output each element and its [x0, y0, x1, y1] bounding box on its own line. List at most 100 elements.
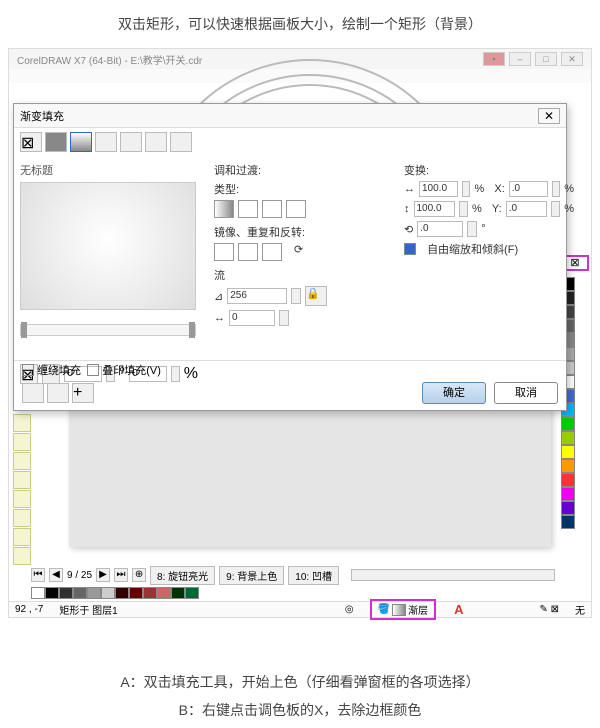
nav-last[interactable]: ⏭ [114, 568, 128, 582]
nav-prev[interactable]: ◀ [49, 568, 63, 582]
outline-none-label: 无 [575, 602, 585, 617]
tool-1[interactable] [13, 414, 31, 432]
tool-2[interactable] [13, 433, 31, 451]
doc-palette-color[interactable] [73, 587, 87, 599]
fill-pattern2-icon[interactable] [120, 132, 142, 152]
mirror-3-icon[interactable] [262, 243, 282, 261]
fill-pattern1-icon[interactable] [95, 132, 117, 152]
doc-palette-color[interactable] [101, 587, 115, 599]
fill-texture-icon[interactable] [145, 132, 167, 152]
tool-6[interactable] [13, 509, 31, 527]
doc-palette-color[interactable] [185, 587, 199, 599]
mirror-label: 镜像、重复和反转: [214, 224, 364, 240]
close-button[interactable]: ✕ [561, 52, 583, 66]
palette-color[interactable] [561, 445, 575, 459]
palette-color[interactable] [561, 473, 575, 487]
doc-palette-color[interactable] [31, 587, 45, 599]
blend-radial-icon[interactable] [238, 200, 258, 218]
tab-8[interactable]: 8: 旋钮亮光 [150, 566, 215, 585]
legend-a: A：双击填充工具，开始上色（仔细看弹窗框的各项选择） [0, 672, 600, 692]
tool-5[interactable] [13, 490, 31, 508]
fill-tool-highlight[interactable]: 🪣 渐层 [370, 599, 436, 620]
doc-palette-color[interactable] [129, 587, 143, 599]
stream-label: 流 [214, 267, 364, 283]
tool-4[interactable] [13, 471, 31, 489]
width-spin[interactable]: 100.0 [419, 181, 458, 197]
nav-next[interactable]: ▶ [96, 568, 110, 582]
doc-palette-color[interactable] [59, 587, 73, 599]
fill-none-icon[interactable]: ⊠ [20, 132, 42, 152]
wrap-fill-checkbox[interactable] [22, 364, 34, 376]
mirror-1-icon[interactable] [214, 243, 234, 261]
fill-bucket-icon: 🪣 [378, 604, 390, 615]
status-bar: 92 , -7 矩形于 图层1 ◎ 🪣 渐层 A ✎ ⊠ 无 [9, 601, 591, 617]
mirror-2-icon[interactable] [238, 243, 258, 261]
free-scale-label: 自由缩放和倾斜(F) [427, 241, 518, 257]
blend-conical-icon[interactable] [262, 200, 282, 218]
ok-button[interactable]: 确定 [422, 382, 486, 404]
foot-icon-2[interactable] [47, 383, 69, 403]
palette-color[interactable] [561, 487, 575, 501]
doc-palette-color[interactable] [45, 587, 59, 599]
tool-7[interactable] [13, 528, 31, 546]
gradient-preview[interactable] [20, 182, 196, 310]
palette-color[interactable] [561, 501, 575, 515]
nav-first[interactable]: ⏮ [31, 568, 45, 582]
doc-palette-color[interactable] [87, 587, 101, 599]
palette-color[interactable] [561, 431, 575, 445]
tab-9[interactable]: 9: 背景上色 [219, 566, 284, 585]
doc-palette-color[interactable] [115, 587, 129, 599]
dialog-close-button[interactable]: ✕ [538, 108, 560, 124]
palette-color[interactable] [561, 459, 575, 473]
tool-8[interactable] [13, 547, 31, 565]
blend-square-icon[interactable] [286, 200, 306, 218]
overprint-checkbox[interactable] [87, 364, 99, 376]
doc-palette-color[interactable] [171, 587, 185, 599]
type-label: 类型: [214, 181, 364, 197]
palette-color[interactable] [561, 515, 575, 529]
callout-a-label: A [454, 602, 463, 617]
height-spin[interactable]: 100.0 [414, 201, 455, 217]
hscroll[interactable] [351, 569, 555, 581]
legend-b: B：右键点击调色板的X，去除边框颜色 [0, 700, 600, 720]
gradient-slider[interactable] [20, 324, 196, 336]
gradient-fill-dialog: 渐变填充 ✕ ⊠ 无标题 ⊠ 0 ° [13, 103, 567, 411]
fill-label: 渐层 [408, 602, 428, 617]
free-scale-checkbox[interactable] [404, 243, 416, 255]
stream-spin[interactable] [291, 288, 301, 304]
foot-icon-3[interactable]: + [72, 383, 94, 403]
coreldraw-window: CorelDRAW X7 (64-Bit) - E:\教学\开关.cdr ▪ –… [8, 48, 592, 618]
status-object: 矩形于 图层1 [59, 602, 117, 617]
fill-postscript-icon[interactable] [170, 132, 192, 152]
stream-lock-icon[interactable]: 🔒 [305, 286, 327, 306]
page-indicator: 9 / 25 [67, 570, 92, 581]
palette-color[interactable] [561, 417, 575, 431]
accel-spin[interactable]: 0 [229, 310, 275, 326]
fill-gradient-icon[interactable] [70, 132, 92, 152]
min-button[interactable]: – [509, 52, 531, 66]
nav-add[interactable]: ⊕ [132, 568, 146, 582]
stream-icon: ⊿ [214, 290, 223, 303]
transform-label: 变换: [404, 162, 574, 178]
legend-block: A：双击填充工具，开始上色（仔细看弹窗框的各项选择） B：右键点击调色板的X，去… [0, 664, 600, 728]
preview-label: 无标题 [20, 162, 198, 178]
doc-palette-color[interactable] [157, 587, 171, 599]
max-button[interactable]: □ [535, 52, 557, 66]
x-spin[interactable]: .0 [509, 181, 548, 197]
wrap-fill-label: 缠绕填充 [37, 362, 81, 378]
y-spin[interactable]: .0 [506, 201, 547, 217]
dialog-title: 渐变填充 [20, 108, 64, 124]
angle-spin[interactable]: .0 [417, 221, 463, 237]
fill-solid-icon[interactable] [45, 132, 67, 152]
dialog-icon-row: ⊠ [14, 128, 566, 156]
blend-linear-icon[interactable] [214, 200, 234, 218]
overprint-label: 叠印填充(V) [102, 362, 161, 378]
doc-palette-color[interactable] [143, 587, 157, 599]
tool-3[interactable] [13, 452, 31, 470]
doc-palette [31, 587, 199, 601]
stream-value[interactable]: 256 [227, 288, 287, 304]
foot-icon-1[interactable] [22, 383, 44, 403]
tab-10[interactable]: 10: 凹槽 [288, 566, 339, 585]
cancel-button[interactable]: 取消 [494, 382, 558, 404]
user-icon[interactable]: ▪ [483, 52, 505, 66]
